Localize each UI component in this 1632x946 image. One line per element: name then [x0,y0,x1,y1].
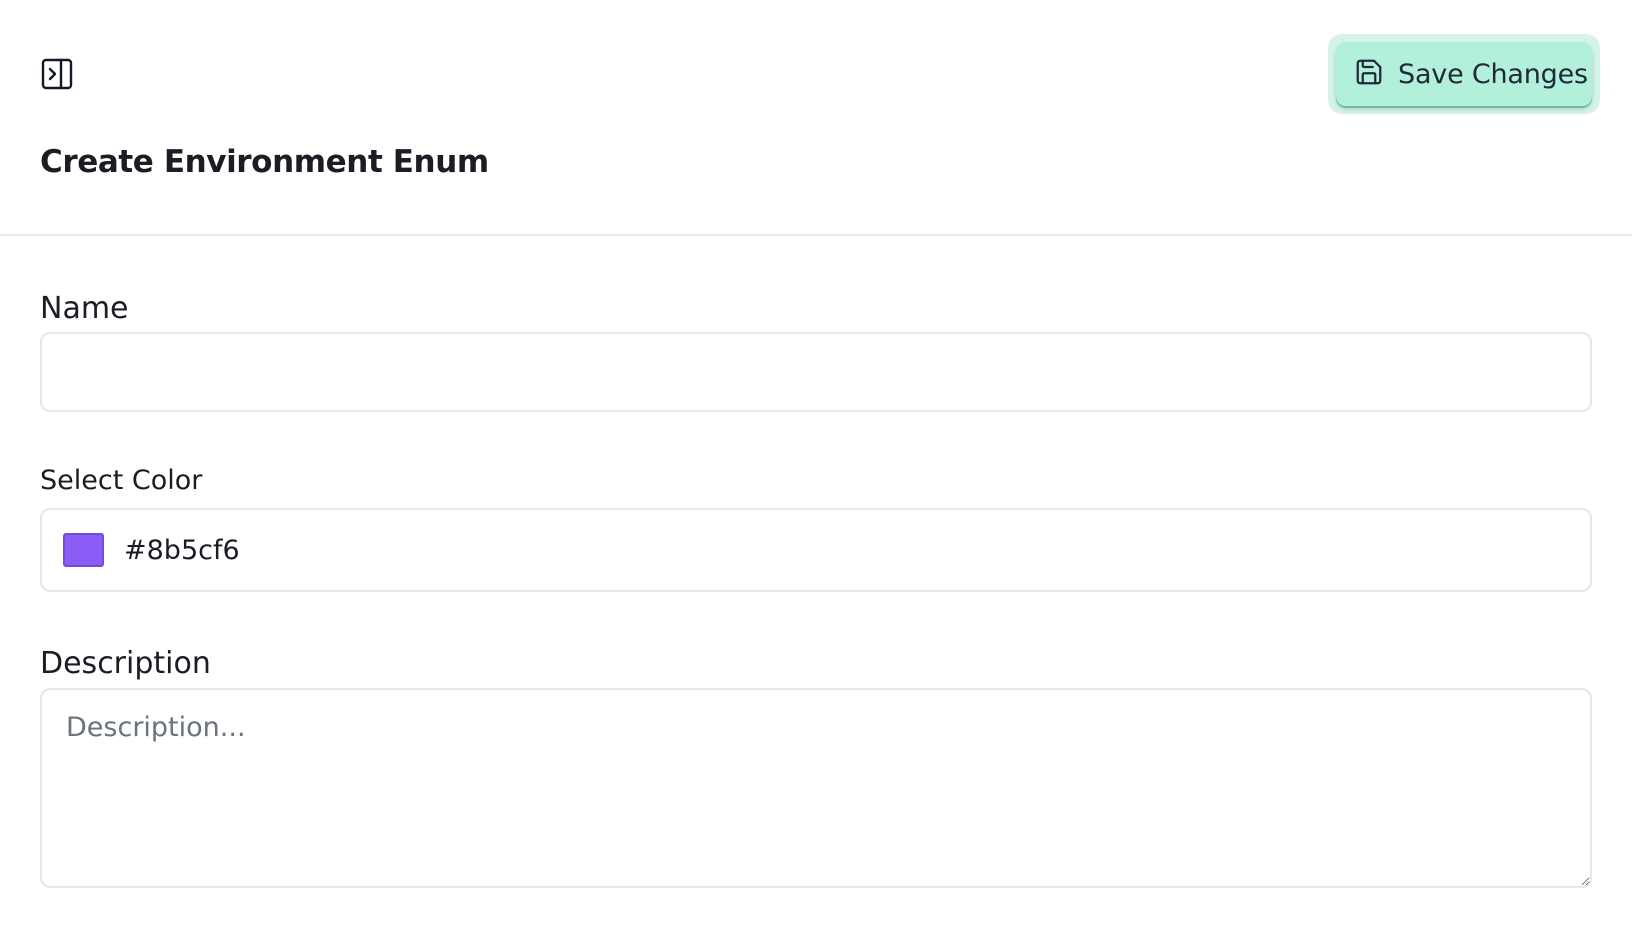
name-input[interactable] [40,332,1592,412]
color-hex-value: #8b5cf6 [124,534,240,566]
save-button-label: Save Changes [1398,58,1588,90]
panel-expand-icon [41,58,73,90]
save-changes-button[interactable]: Save Changes [1336,42,1592,106]
description-textarea[interactable] [40,688,1592,888]
save-icon [1354,57,1384,91]
color-swatch[interactable] [63,533,104,567]
name-label: Name [40,291,129,326]
create-enum-page: Save Changes Create Environment Enum Nam… [0,0,1632,946]
description-label: Description [40,646,211,681]
page-title: Create Environment Enum [40,144,489,180]
color-label: Select Color [40,465,203,496]
panel-toggle-button[interactable] [40,57,74,91]
page-header: Save Changes Create Environment Enum [0,0,1632,236]
color-picker-field[interactable]: #8b5cf6 [40,508,1592,592]
